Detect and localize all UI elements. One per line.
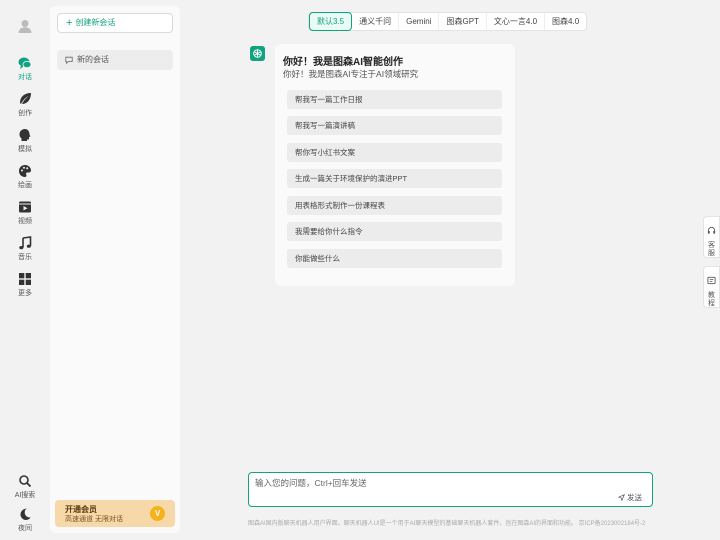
tab-gemini[interactable]: Gemini bbox=[399, 13, 440, 30]
openai-logo-icon bbox=[250, 46, 265, 61]
message-input-box: 发送 bbox=[248, 472, 653, 507]
float-label: 教程 bbox=[708, 292, 715, 307]
prompt-suggestion[interactable]: 帮我写一篇工作日报 bbox=[287, 90, 502, 109]
rail-item-label: AI搜索 bbox=[14, 492, 36, 499]
new-chat-button[interactable]: + 创建新会话 bbox=[57, 13, 173, 33]
chat-icon bbox=[18, 57, 32, 69]
rail-item-label: 音乐 bbox=[18, 254, 32, 261]
rail-item-paint[interactable]: 绘画 bbox=[0, 164, 50, 198]
tab-tongyi[interactable]: 通义千问 bbox=[352, 13, 400, 30]
send-button[interactable]: 发送 bbox=[617, 492, 642, 503]
rail-item-video[interactable]: 视频 bbox=[0, 200, 50, 234]
prompt-suggestion[interactable]: 我需要给你什么指令 bbox=[287, 222, 502, 241]
new-chat-label: 创建新会话 bbox=[75, 18, 116, 27]
rail-item-label: 夜间 bbox=[18, 525, 32, 532]
tab-wenxin[interactable]: 文心一言4.0 bbox=[487, 13, 546, 30]
video-icon bbox=[19, 201, 31, 213]
conversation-panel: + 创建新会话 新的会话 开通会员 高速通道 无限对话 V bbox=[50, 6, 180, 533]
vip-badge-icon: V bbox=[150, 506, 165, 521]
rail-item-night[interactable]: 夜间 bbox=[0, 507, 50, 540]
conversation-item[interactable]: 新的会话 bbox=[57, 50, 173, 70]
head-icon bbox=[19, 129, 31, 141]
tab-tusen-4[interactable]: 图森4.0 bbox=[545, 13, 586, 30]
music-icon bbox=[19, 236, 32, 250]
tab-tusen-gpt[interactable]: 图森GPT bbox=[439, 13, 487, 30]
rail-item-label: 视频 bbox=[18, 218, 32, 225]
conversation-label: 新的会话 bbox=[77, 55, 109, 64]
grid-icon bbox=[19, 273, 31, 285]
rail-item-label: 创作 bbox=[18, 110, 32, 117]
rail-item-music[interactable]: 音乐 bbox=[0, 236, 50, 270]
prompt-suggestion[interactable]: 用表格形式制作一份课程表 bbox=[287, 196, 502, 215]
search-icon bbox=[19, 475, 32, 488]
tab-default-3-5[interactable]: 默认3.5 bbox=[309, 12, 353, 31]
headset-icon bbox=[707, 226, 716, 234]
rail-item-label: 绘画 bbox=[18, 182, 32, 189]
message-input[interactable] bbox=[255, 477, 615, 491]
send-label: 发送 bbox=[627, 493, 642, 502]
prompt-suggestion[interactable]: 生成一篇关于环境保护的演进PPT bbox=[287, 169, 502, 188]
customer-service-button[interactable]: 客服 bbox=[703, 216, 720, 258]
welcome-card: 你好！我是图森AI智能创作 你好！我是图森AI专注于AI领域研究 帮我写一篇工作… bbox=[275, 44, 515, 286]
plus-icon: + bbox=[66, 17, 73, 29]
welcome-title: 你好！我是图森AI智能创作 bbox=[283, 57, 403, 68]
rail-item-label: 对话 bbox=[18, 74, 32, 81]
book-icon bbox=[707, 276, 716, 285]
vip-subtitle: 高速通道 无限对话 bbox=[65, 516, 123, 523]
model-tabs: 默认3.5 通义千问 Gemini 图森GPT 文心一言4.0 图森4.0 bbox=[308, 12, 588, 31]
rail-item-ai-search[interactable]: AI搜索 bbox=[0, 474, 50, 508]
avatar[interactable] bbox=[17, 18, 33, 34]
message-icon bbox=[65, 56, 73, 65]
rail-item-chat[interactable]: 对话 bbox=[0, 56, 50, 90]
prompt-suggestion[interactable]: 帮我写一篇演讲稿 bbox=[287, 116, 502, 135]
welcome-subtitle: 你好！我是图森AI专注于AI领域研究 bbox=[283, 69, 419, 79]
rail-item-label: 更多 bbox=[18, 290, 32, 297]
send-icon bbox=[617, 494, 625, 502]
float-label: 客服 bbox=[708, 242, 715, 257]
prompt-suggestion[interactable]: 帮你写小红书文案 bbox=[287, 143, 502, 162]
rail-item-simulate[interactable]: 模拟 bbox=[0, 128, 50, 162]
vip-upgrade-banner[interactable]: 开通会员 高速通道 无限对话 V bbox=[55, 500, 175, 527]
rail-item-more[interactable]: 更多 bbox=[0, 272, 50, 306]
feather-icon bbox=[20, 93, 31, 104]
left-rail: 对话 创作 模拟 绘画 视频 音乐 更多 AI搜索 夜间 bbox=[0, 0, 50, 540]
rail-item-create[interactable]: 创作 bbox=[0, 92, 50, 126]
moon-icon bbox=[20, 508, 31, 520]
tutorial-button[interactable]: 教程 bbox=[703, 266, 720, 308]
prompt-suggestion[interactable]: 你能做些什么 bbox=[287, 249, 502, 268]
rail-item-label: 模拟 bbox=[18, 146, 32, 153]
palette-icon bbox=[19, 165, 31, 177]
footer-text: 图森AI国内版聊天机器人用户界面。聊天机器人UI是一个用于AI聊天模型的基础聊天… bbox=[248, 521, 646, 527]
